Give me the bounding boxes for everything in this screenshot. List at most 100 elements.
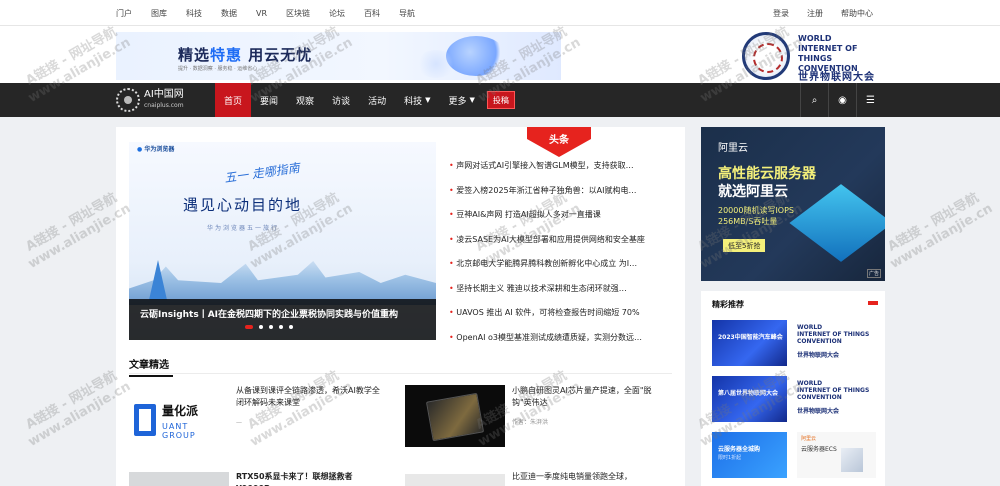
featured-recommendations: 精彩推荐 2023中国智能汽车峰会 WORLD INTERNET OF THIN…	[701, 291, 885, 486]
quant-logo-icon	[134, 404, 156, 436]
ecs-brand: 阿里云	[801, 436, 817, 442]
top-link-gallery[interactable]: 图库	[151, 8, 167, 19]
wiot-logo[interactable]: WORLD INTERNET OF THINGS CONVENTION 世界物联…	[742, 32, 892, 83]
news-item[interactable]: UAVOS 推出 AI 软件，可将检查报告时间缩短 70%	[449, 307, 664, 332]
nav-icon-group: ⌕ ◉ ☰	[800, 83, 884, 117]
article-title[interactable]: 小鹏自研图灵AI芯片量产提速，全面"脱钩"英伟达	[512, 385, 662, 409]
top-link-tech[interactable]: 科技	[186, 8, 202, 19]
news-item[interactable]: 北京邮电大学能腾昇腾科教创新孵化中心成立 为I…	[449, 258, 664, 283]
slide-subheading: 华为浏览器五一旅行	[207, 225, 280, 232]
slide-brand: 华为浏览器	[137, 144, 174, 153]
ecs-title: 云服务器ECS	[801, 446, 837, 453]
news-item[interactable]: OpenAI o3模型基准测试成绩遭质疑，实测分数远…	[449, 332, 664, 357]
top-link-data[interactable]: 数据	[221, 8, 237, 19]
slider-dot[interactable]	[245, 325, 253, 329]
promo-title: 精选特惠 用云无忧	[178, 46, 313, 64]
promo-subtitle: 提升 · 数据洞察 · 服务稳 · 运维省心	[178, 66, 258, 72]
nav-item-tech[interactable]: 科技 ▼	[395, 83, 439, 117]
aliyun-ad[interactable]: 阿里云 高性能云服务器 就选阿里云 20000随机读写IOPS 256MB/S吞…	[701, 127, 885, 281]
search-icon[interactable]: ⌕	[800, 83, 828, 117]
watermark: A链接 - 网址导航 www.alianjie.cn	[885, 190, 996, 272]
article-thumbnail[interactable]	[405, 474, 505, 486]
ad-spec-iops: 20000随机读写IOPS	[718, 206, 795, 215]
featured-image: 云服务器全城购 限时1折起	[712, 432, 787, 478]
top-utility-bar: 门户 图库 科技 数据 VR 区块链 论坛 百科 导航 登录 注册 帮助中心	[0, 0, 1000, 26]
nav-menu: 首页 要闻 观察 访谈 活动 科技 ▼ 更多 ▼ 投稿	[215, 83, 515, 117]
featured-item[interactable]: 云服务器全城购 限时1折起 阿里云 云服务器ECS	[712, 432, 876, 478]
register-link[interactable]: 注册	[807, 8, 823, 19]
headline-label: 头条	[549, 135, 569, 146]
ecs-promo: 阿里云 云服务器ECS	[797, 432, 876, 478]
slider-dot[interactable]	[259, 325, 263, 329]
chevron-down-icon: ▼	[469, 96, 475, 104]
nav-item-observe[interactable]: 观察	[287, 83, 323, 117]
featured-image-text: 第八届世界物联网大会	[718, 390, 779, 397]
login-link[interactable]: 登录	[773, 8, 789, 19]
featured-image: 2023中国智能汽车峰会	[712, 320, 787, 366]
slide-script-text: 五一 走哪指南	[223, 160, 301, 186]
wechat-icon[interactable]: ◉	[828, 83, 856, 117]
article-title[interactable]: 从备课到课评全链路渗透，希沃AI教学全闭环解码未来课堂	[236, 385, 386, 409]
article-thumbnail[interactable]	[129, 472, 229, 486]
featured-title: 精彩推荐	[712, 300, 744, 309]
news-item[interactable]: 爱签入榜2025年浙江省种子独角兽：以AI赋构电…	[449, 185, 664, 210]
cloud-promo-banner[interactable]: 精选特惠 用云无忧 提升 · 数据洞察 · 服务稳 · 运维省心	[116, 32, 561, 80]
logo-icon	[116, 88, 140, 112]
site-logo[interactable]: AI中国网 cnaiplus.com	[116, 87, 184, 113]
ad-spec-throughput: 256MB/S吞吐量	[718, 217, 778, 226]
cloud-graphic-small	[416, 50, 456, 78]
top-link-forum[interactable]: 论坛	[329, 8, 345, 19]
quant-brand-name: 量化派	[162, 404, 199, 418]
slider-dots	[245, 325, 293, 329]
top-link-wiki[interactable]: 百科	[364, 8, 380, 19]
featured-slider[interactable]: 华为浏览器 五一 走哪指南 遇见心动目的地 华为浏览器五一旅行 云砺Insigh…	[129, 142, 436, 340]
wiot-chinese: 世界物联网大会	[798, 72, 875, 83]
featured-image-text: 云服务器全城购	[718, 446, 761, 453]
featured-image-text: 2023中国智能汽车峰会	[718, 334, 783, 341]
slider-dot[interactable]	[279, 325, 283, 329]
main-content-card: 头条 华为浏览器 五一 走哪指南 遇见心动目的地 华为浏览器五一旅行 云砺Ins…	[116, 127, 685, 486]
more-icon[interactable]	[868, 301, 878, 305]
nav-item-news[interactable]: 要闻	[251, 83, 287, 117]
news-item[interactable]: 豆神AI&声网 打造AI超拟人多对一直播课	[449, 209, 664, 234]
top-link-vr[interactable]: VR	[256, 9, 267, 18]
news-item[interactable]: 坚持长期主义 雅迪以技术深耕和生态闭环就强…	[449, 283, 664, 308]
ad-label: 广告	[867, 269, 882, 278]
featured-wiot-text: WORLD INTERNET OF THINGS CONVENTION	[797, 380, 870, 401]
submit-article-button[interactable]: 投稿	[486, 91, 515, 109]
header-banner-area: 精选特惠 用云无忧 提升 · 数据洞察 · 服务稳 · 运维省心 WORLD I…	[0, 26, 1000, 83]
top-link-nav[interactable]: 导航	[399, 8, 415, 19]
top-link-portal[interactable]: 门户	[116, 8, 132, 19]
featured-item[interactable]: 2023中国智能汽车峰会 WORLD INTERNET OF THINGS CO…	[712, 320, 876, 366]
article-thumbnail[interactable]	[405, 385, 505, 447]
slider-dot[interactable]	[289, 325, 293, 329]
logo-text: AI中国网 cnaiplus.com	[144, 89, 184, 109]
slider-dot[interactable]	[269, 325, 273, 329]
ad-cta-button[interactable]: 低至5折抢	[723, 239, 766, 252]
ecs-box-graphic	[841, 448, 863, 472]
nav-item-home[interactable]: 首页	[215, 83, 252, 117]
headline-tag: 头条	[527, 127, 591, 157]
headline-news-list: 声网对话式AI引擎接入智谱GLM模型，支持获取… 爱签入榜2025年浙江省种子独…	[449, 160, 664, 356]
featured-wiot-text: WORLD INTERNET OF THINGS CONVENTION	[797, 324, 870, 345]
nav-item-interview[interactable]: 访谈	[323, 83, 359, 117]
article-title[interactable]: 比亚迪一季度纯电销量领跑全球，	[512, 471, 662, 483]
nav-item-more[interactable]: 更多 ▼	[439, 83, 483, 117]
article-thumbnail[interactable]: 量化派 UANT GROUP	[129, 389, 229, 451]
featured-wiot-cn: 世界物联网大会	[797, 352, 840, 359]
account-links: 登录 注册 帮助中心	[755, 0, 873, 26]
slide-caption-bar[interactable]: 云砺Insights丨AI在金税四期下的企业票税协同实践与价值重构	[129, 299, 436, 340]
cloud-graphic	[446, 36, 506, 76]
news-item[interactable]: 凌云SASE为AI大模型部署和应用提供网络和安全基座	[449, 234, 664, 259]
help-center-link[interactable]: 帮助中心	[841, 8, 873, 19]
top-link-blockchain[interactable]: 区块链	[286, 8, 310, 19]
menu-icon[interactable]: ☰	[856, 83, 884, 117]
chevron-down-icon: ▼	[425, 96, 431, 104]
article-title[interactable]: RTX50系显卡来了！联想拯救者Y9000P	[236, 471, 386, 486]
ad-headline: 高性能云服务器	[718, 166, 816, 182]
news-item[interactable]: 声网对话式AI引擎接入智谱GLM模型，支持获取…	[449, 160, 664, 185]
aliyun-brand: 阿里云	[718, 143, 748, 154]
featured-item[interactable]: 第八届世界物联网大会 WORLD INTERNET OF THINGS CONV…	[712, 376, 876, 422]
nav-item-events[interactable]: 活动	[359, 83, 395, 117]
slide-caption[interactable]: 云砺Insights丨AI在金税四期下的企业票税协同实践与价值重构	[140, 307, 398, 320]
